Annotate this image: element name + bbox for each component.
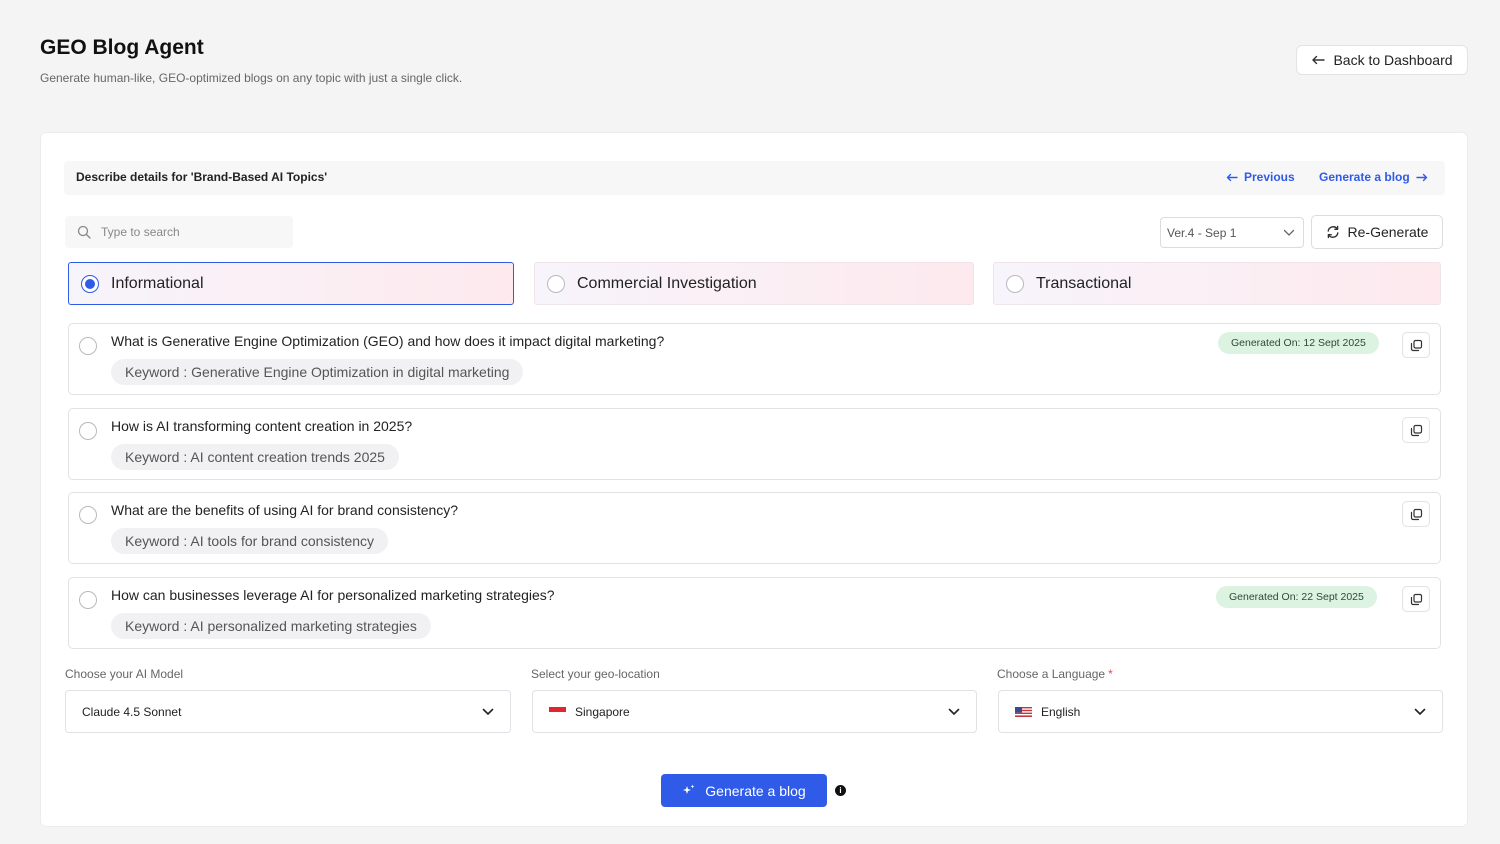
topic-question: What are the benefits of using AI for br…: [111, 502, 459, 518]
back-to-dashboard-label: Back to Dashboard: [1333, 52, 1453, 68]
geo-location-value: Singapore: [575, 704, 630, 719]
generated-on-badge: Generated On: 22 Sept 2025: [1216, 586, 1377, 608]
refresh-icon: [1327, 225, 1339, 239]
chevron-down-icon: [948, 708, 960, 715]
chevron-down-icon: [1414, 708, 1426, 715]
keyword-pill: Keyword : Generative Engine Optimization…: [111, 359, 524, 385]
info-icon[interactable]: i: [835, 785, 846, 796]
keyword-pill: Keyword : AI tools for brand consistency: [111, 528, 389, 554]
tab-commercial-investigation[interactable]: Commercial Investigation: [534, 262, 974, 305]
generated-on-badge: Generated On: 12 Sept 2025: [1218, 332, 1379, 354]
copy-button[interactable]: [1402, 501, 1430, 527]
singapore-flag-icon: [549, 706, 566, 717]
back-to-dashboard-button[interactable]: Back to Dashboard: [1296, 45, 1468, 75]
required-mark: *: [1108, 667, 1113, 681]
tab-label: Informational: [111, 274, 204, 292]
topic-row[interactable]: How is AI transforming content creation …: [68, 408, 1441, 480]
topic-question: How can businesses leverage AI for perso…: [111, 587, 555, 603]
previous-label: Previous: [1244, 170, 1295, 184]
generate-blog-link-label: Generate a blog: [1319, 170, 1410, 184]
tab-transactional[interactable]: Transactional: [993, 262, 1441, 305]
copy-icon: [1410, 424, 1422, 436]
topic-radio[interactable]: [79, 506, 97, 524]
generate-blog-label: Generate a blog: [705, 782, 806, 799]
geo-location-label: Select your geo-location: [531, 667, 660, 681]
search-icon: [77, 225, 91, 239]
page-subtitle: Generate human-like, GEO-optimized blogs…: [40, 71, 463, 85]
copy-icon: [1410, 508, 1422, 520]
previous-link[interactable]: Previous: [1226, 170, 1295, 184]
generate-blog-link[interactable]: Generate a blog: [1319, 170, 1428, 184]
page-title: GEO Blog Agent: [40, 36, 204, 59]
keyword-pill: Keyword : AI personalized marketing stra…: [111, 613, 431, 639]
regenerate-button[interactable]: Re-Generate: [1311, 215, 1443, 249]
keyword-pill: Keyword : AI content creation trends 202…: [111, 444, 399, 470]
version-value: Ver.4 - Sep 1: [1167, 225, 1237, 240]
arrow-left-icon: [1226, 173, 1238, 181]
radio-selected-icon: [81, 274, 99, 293]
ai-model-label: Choose your AI Model: [65, 667, 184, 681]
version-select[interactable]: Ver.4 - Sep 1: [1160, 217, 1304, 248]
geo-location-select[interactable]: Singapore: [532, 690, 977, 733]
copy-button[interactable]: [1402, 332, 1430, 358]
tab-label: Commercial Investigation: [577, 274, 757, 292]
chevron-down-icon: [482, 708, 494, 715]
regenerate-label: Re-Generate: [1347, 224, 1429, 240]
radio-unselected-icon: [1006, 274, 1024, 293]
us-flag-icon: [1015, 706, 1032, 717]
copy-icon: [1410, 593, 1422, 605]
arrow-left-icon: [1312, 55, 1326, 65]
blog-topics-card: Describe details for 'Brand-Based AI Top…: [40, 132, 1468, 827]
topic-question: How is AI transforming content creation …: [111, 418, 413, 434]
panel-title: Describe details for 'Brand-Based AI Top…: [76, 170, 328, 184]
chevron-down-icon: [1283, 229, 1295, 236]
radio-unselected-icon: [547, 274, 565, 293]
topic-radio[interactable]: [79, 591, 97, 609]
copy-button[interactable]: [1402, 586, 1430, 612]
topic-radio[interactable]: [79, 422, 97, 440]
tab-label: Transactional: [1036, 274, 1132, 292]
topic-row[interactable]: What are the benefits of using AI for br…: [68, 492, 1441, 564]
tab-informational[interactable]: Informational: [68, 262, 514, 305]
ai-model-value: Claude 4.5 Sonnet: [82, 704, 182, 719]
generate-blog-button[interactable]: Generate a blog: [661, 774, 827, 807]
topic-radio[interactable]: [79, 337, 97, 355]
copy-button[interactable]: [1402, 417, 1430, 443]
sparkle-icon: [683, 784, 695, 794]
topic-row[interactable]: What is Generative Engine Optimization (…: [68, 323, 1441, 395]
search-box: [65, 216, 293, 248]
language-select[interactable]: English: [998, 690, 1443, 733]
ai-model-select[interactable]: Claude 4.5 Sonnet: [65, 690, 511, 733]
language-label-text: Choose a Language: [997, 667, 1106, 681]
language-label: Choose a Language *: [997, 667, 1113, 681]
language-value: English: [1041, 704, 1081, 719]
topic-row[interactable]: How can businesses leverage AI for perso…: [68, 577, 1441, 649]
panel-header: Describe details for 'Brand-Based AI Top…: [64, 161, 1445, 195]
topic-question: What is Generative Engine Optimization (…: [111, 333, 665, 349]
search-input[interactable]: [101, 225, 281, 239]
arrow-right-icon: [1416, 173, 1427, 181]
copy-icon: [1410, 339, 1422, 351]
